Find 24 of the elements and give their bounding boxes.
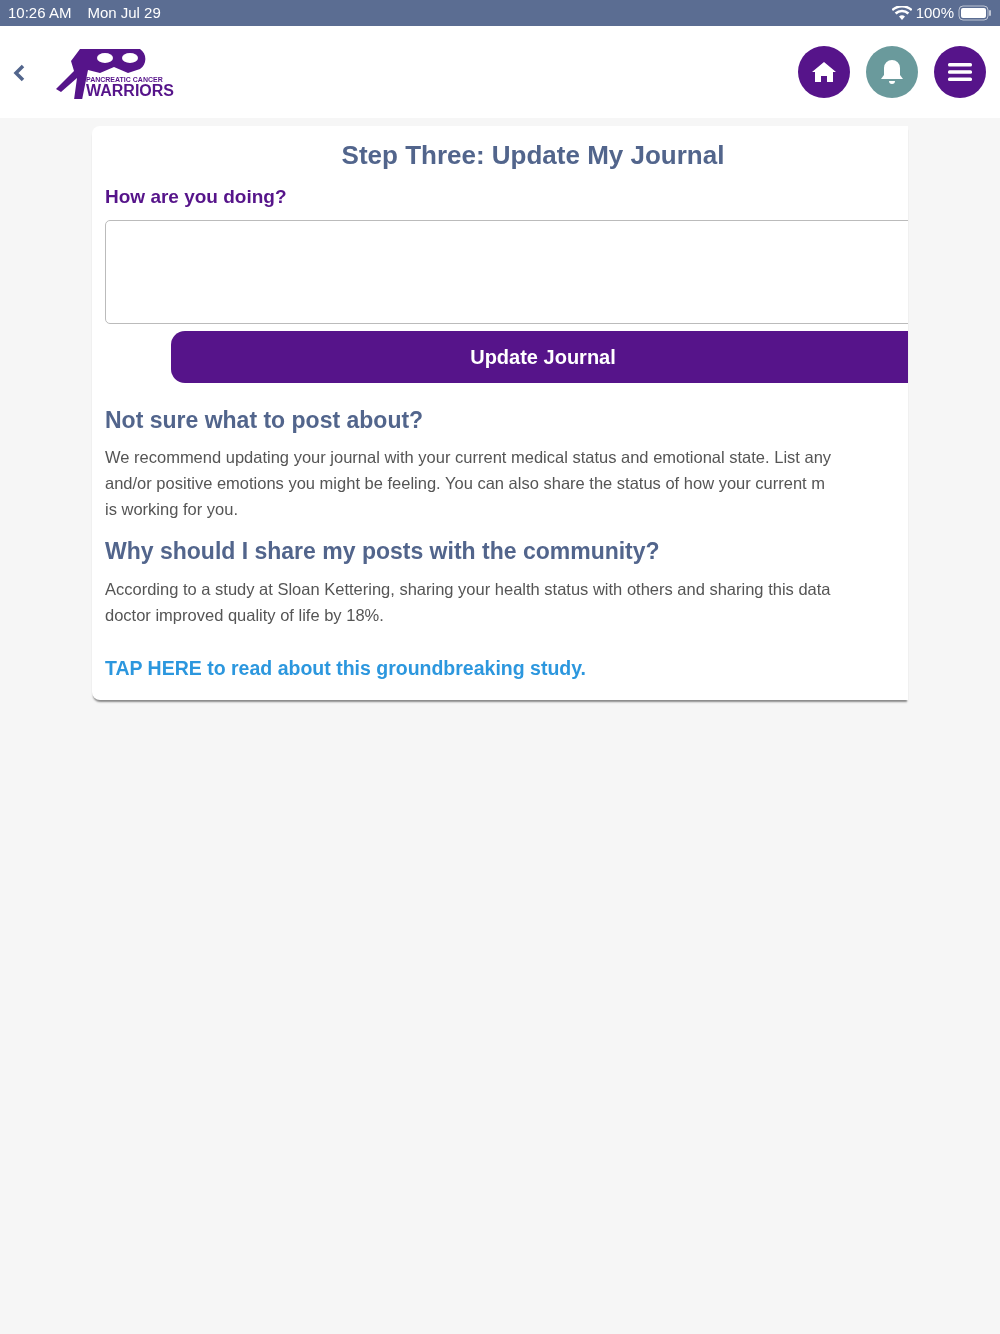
- field-label: How are you doing?: [105, 185, 288, 209]
- body-text-line: and/or positive emotions you might be feeling. You can also share the status of how your current m: [105, 473, 826, 495]
- back-icon: [12, 62, 26, 83]
- body-text-line: According to a study at Sloan Kettering, sharing your health status with others and sharing this data: [105, 578, 832, 600]
- section-heading: Not sure what to post about?: [105, 406, 425, 435]
- status-date: Mon Jul 29: [87, 2, 161, 23]
- body-text-line: We recommend updating your journal with your current medical status and emotional state. List any: [105, 447, 833, 469]
- wifi-icon: [891, 5, 912, 21]
- battery-icon: [958, 5, 992, 21]
- body-text-line: is working for you.: [105, 499, 239, 521]
- logo-wordmark: WARRIORS: [86, 83, 174, 99]
- journal-input-field[interactable]: [105, 219, 908, 324]
- menu-icon: [948, 62, 972, 82]
- home-button[interactable]: [798, 46, 850, 98]
- update-journal-button[interactable]: Update Journal: [171, 330, 908, 383]
- bell-icon: [880, 58, 904, 86]
- home-icon: [812, 61, 836, 83]
- section-heading: Why should I share my posts with the community?: [105, 538, 661, 566]
- status-time: 10:26 AM: [8, 2, 72, 23]
- notifications-button[interactable]: [866, 46, 918, 98]
- battery-percent: 100%: [915, 2, 954, 23]
- card-title: Step Three: Update My Journal: [340, 139, 726, 172]
- body-text-line: doctor improved quality of life by 18%.: [105, 604, 385, 626]
- menu-button[interactable]: [934, 46, 986, 98]
